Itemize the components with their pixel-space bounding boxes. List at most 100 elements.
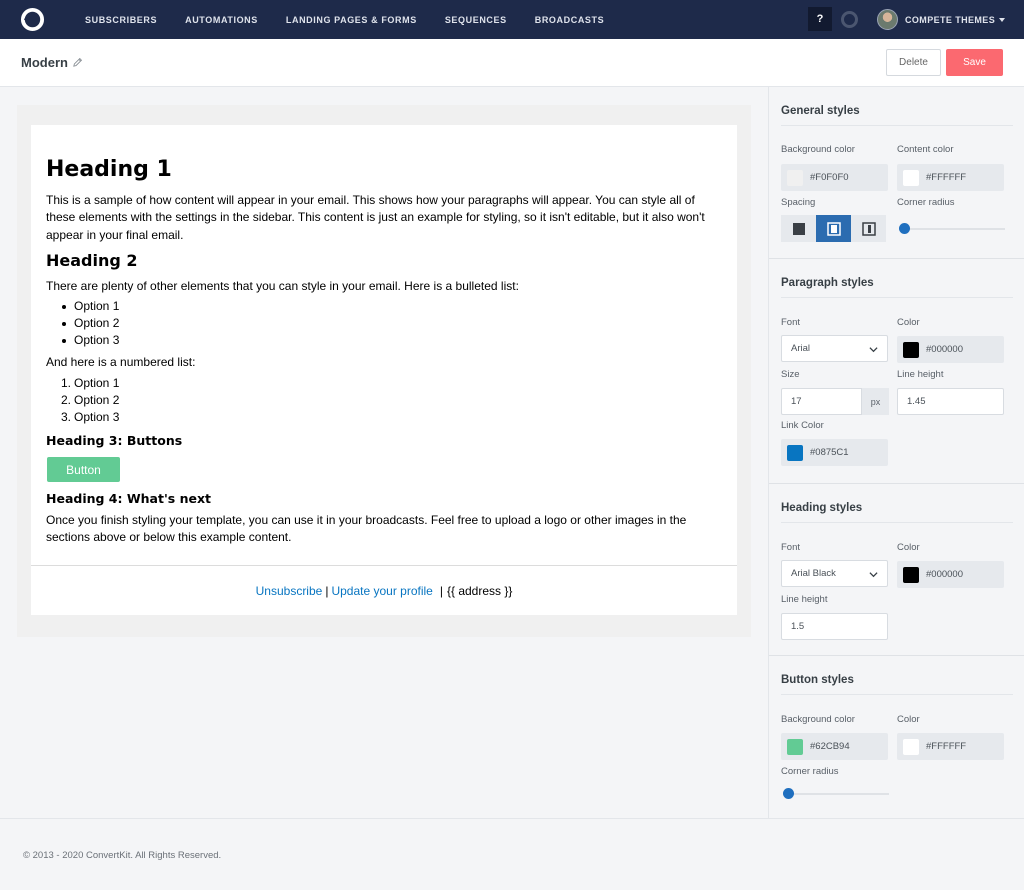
section-divider	[769, 258, 1024, 259]
spacing-large-button[interactable]	[851, 215, 886, 242]
slider-knob[interactable]	[899, 223, 910, 234]
top-nav: SUBSCRIBERS AUTOMATIONS LANDING PAGES & …	[0, 0, 1024, 39]
general-background-color-field[interactable]: #F0F0F0	[781, 164, 888, 191]
color-value: #FFFFFF	[926, 172, 967, 183]
list-number: 2.	[61, 393, 72, 407]
title-bar: Modern Delete Save	[0, 39, 1024, 87]
help-button[interactable]: ?	[808, 7, 832, 31]
slider-knob[interactable]	[783, 788, 794, 799]
spacing-medium-button[interactable]	[816, 215, 851, 242]
spacing-large-icon	[861, 221, 876, 236]
template-name[interactable]: Modern	[21, 55, 68, 70]
email-footer: Unsubscribe | Update your profile | {{ a…	[31, 565, 737, 615]
update-profile-link[interactable]: Update your profile	[331, 584, 432, 598]
spacing-label: Spacing	[781, 197, 816, 208]
status-ring-icon[interactable]	[841, 11, 858, 28]
general-background-label: Background color	[781, 144, 855, 155]
divider	[781, 297, 1013, 298]
list-item: Option 1	[74, 376, 120, 390]
email-paragraph-4: Once you finish styling your template, y…	[46, 512, 726, 547]
color-swatch	[787, 738, 803, 755]
color-swatch	[787, 444, 803, 461]
button-text-color-field[interactable]: #FFFFFF	[897, 733, 1004, 760]
general-corner-radius-label: Corner radius	[897, 197, 955, 208]
heading-color-field[interactable]: #000000	[897, 561, 1004, 588]
address-placeholder: {{ address }}	[446, 583, 513, 598]
account-name-label: COMPETE THEMES	[905, 14, 996, 25]
nav-broadcasts[interactable]: BROADCASTS	[535, 15, 605, 25]
email-paragraph-1: This is a sample of how content will app…	[46, 192, 726, 244]
paragraph-color-field[interactable]: #000000	[897, 336, 1004, 363]
button-corner-radius-slider[interactable]	[783, 788, 889, 800]
paragraph-1-line: This is a sample of how content will app…	[46, 193, 695, 207]
button-corner-radius-label: Corner radius	[781, 766, 839, 777]
email-content: Heading 1 This is a sample of how conten…	[31, 125, 737, 565]
unsubscribe-link[interactable]: Unsubscribe	[256, 584, 323, 598]
heading-line-height-label: Line height	[781, 594, 828, 605]
nav-links: SUBSCRIBERS AUTOMATIONS LANDING PAGES & …	[85, 0, 632, 39]
chevron-down-icon	[869, 572, 878, 578]
divider	[781, 694, 1013, 695]
bullet-icon	[62, 322, 66, 326]
paragraph-1-line: these elements with the settings in the …	[46, 210, 705, 225]
list-item: Option 3	[74, 410, 120, 424]
divider	[781, 125, 1013, 126]
email-paragraph-2: There are plenty of other elements that …	[46, 279, 519, 293]
email-heading-2: Heading 2	[46, 251, 138, 270]
heading-font-label: Font	[781, 542, 801, 553]
email-preview: Heading 1 This is a sample of how conten…	[17, 105, 751, 637]
copyright-text: © 2013 - 2020 ConvertKit. All Rights Res…	[23, 850, 222, 861]
chevron-down-icon	[869, 347, 878, 353]
button-styles-title: Button styles	[781, 674, 854, 686]
input-value: 1.45	[907, 396, 926, 407]
section-divider	[769, 483, 1024, 484]
list-item: Option 3	[74, 333, 120, 347]
color-swatch	[903, 169, 919, 186]
input-value: 1.5	[791, 621, 805, 632]
nav-subscribers[interactable]: SUBSCRIBERS	[85, 15, 157, 25]
list-number: 1.	[61, 376, 72, 390]
account-menu[interactable]: COMPETE THEMES	[905, 0, 1006, 39]
color-value: #F0F0F0	[810, 172, 849, 183]
general-corner-radius-slider[interactable]	[899, 223, 1005, 235]
pencil-icon[interactable]	[72, 57, 83, 68]
convertkit-logo-icon[interactable]	[20, 7, 45, 32]
color-value: #FFFFFF	[926, 741, 967, 752]
color-value: #62CB94	[810, 741, 850, 752]
button-background-color-field[interactable]: #62CB94	[781, 733, 888, 760]
paragraph-font-select[interactable]: Arial	[781, 335, 888, 362]
nav-automations[interactable]: AUTOMATIONS	[185, 15, 258, 25]
nav-sequences[interactable]: SEQUENCES	[445, 15, 507, 25]
page-footer: © 2013 - 2020 ConvertKit. All Rights Res…	[0, 818, 1024, 890]
input-value: 17	[791, 396, 802, 407]
email-sample-button[interactable]: Button	[47, 457, 120, 482]
avatar[interactable]	[877, 9, 898, 30]
color-swatch	[903, 341, 919, 358]
spacing-small-button[interactable]	[781, 215, 816, 242]
footer-separator: |	[325, 583, 329, 598]
general-styles-title: General styles	[781, 105, 860, 117]
link-color-label: Link Color	[781, 420, 824, 431]
color-swatch	[903, 566, 919, 583]
link-color-field[interactable]: #0875C1	[781, 439, 888, 466]
unit-suffix: px	[861, 388, 889, 415]
general-content-color-field[interactable]: #FFFFFF	[897, 164, 1004, 191]
heading-line-height-input[interactable]: 1.5	[781, 613, 888, 640]
nav-landing-pages-forms[interactable]: LANDING PAGES & FORMS	[286, 15, 417, 25]
paragraph-line-height-input[interactable]: 1.45	[897, 388, 1004, 415]
divider	[781, 522, 1013, 523]
paragraph-4-line: Once you finish styling your template, y…	[46, 513, 687, 527]
save-button[interactable]: Save	[946, 49, 1003, 76]
paragraph-color-label: Color	[897, 317, 920, 328]
paragraph-line-height-label: Line height	[897, 369, 944, 380]
slider-track	[899, 228, 1005, 230]
color-swatch	[787, 169, 803, 186]
spacing-toggle-group	[781, 215, 886, 242]
delete-button[interactable]: Delete	[886, 49, 941, 76]
heading-font-select[interactable]: Arial Black	[781, 560, 888, 587]
email-heading-4: Heading 4: What's next	[46, 491, 211, 506]
paragraph-1-line: appear in your final email.	[46, 227, 184, 242]
color-value: #000000	[926, 344, 963, 355]
list-item: Option 2	[74, 316, 120, 330]
paragraph-size-input[interactable]: 17 px	[781, 388, 889, 415]
